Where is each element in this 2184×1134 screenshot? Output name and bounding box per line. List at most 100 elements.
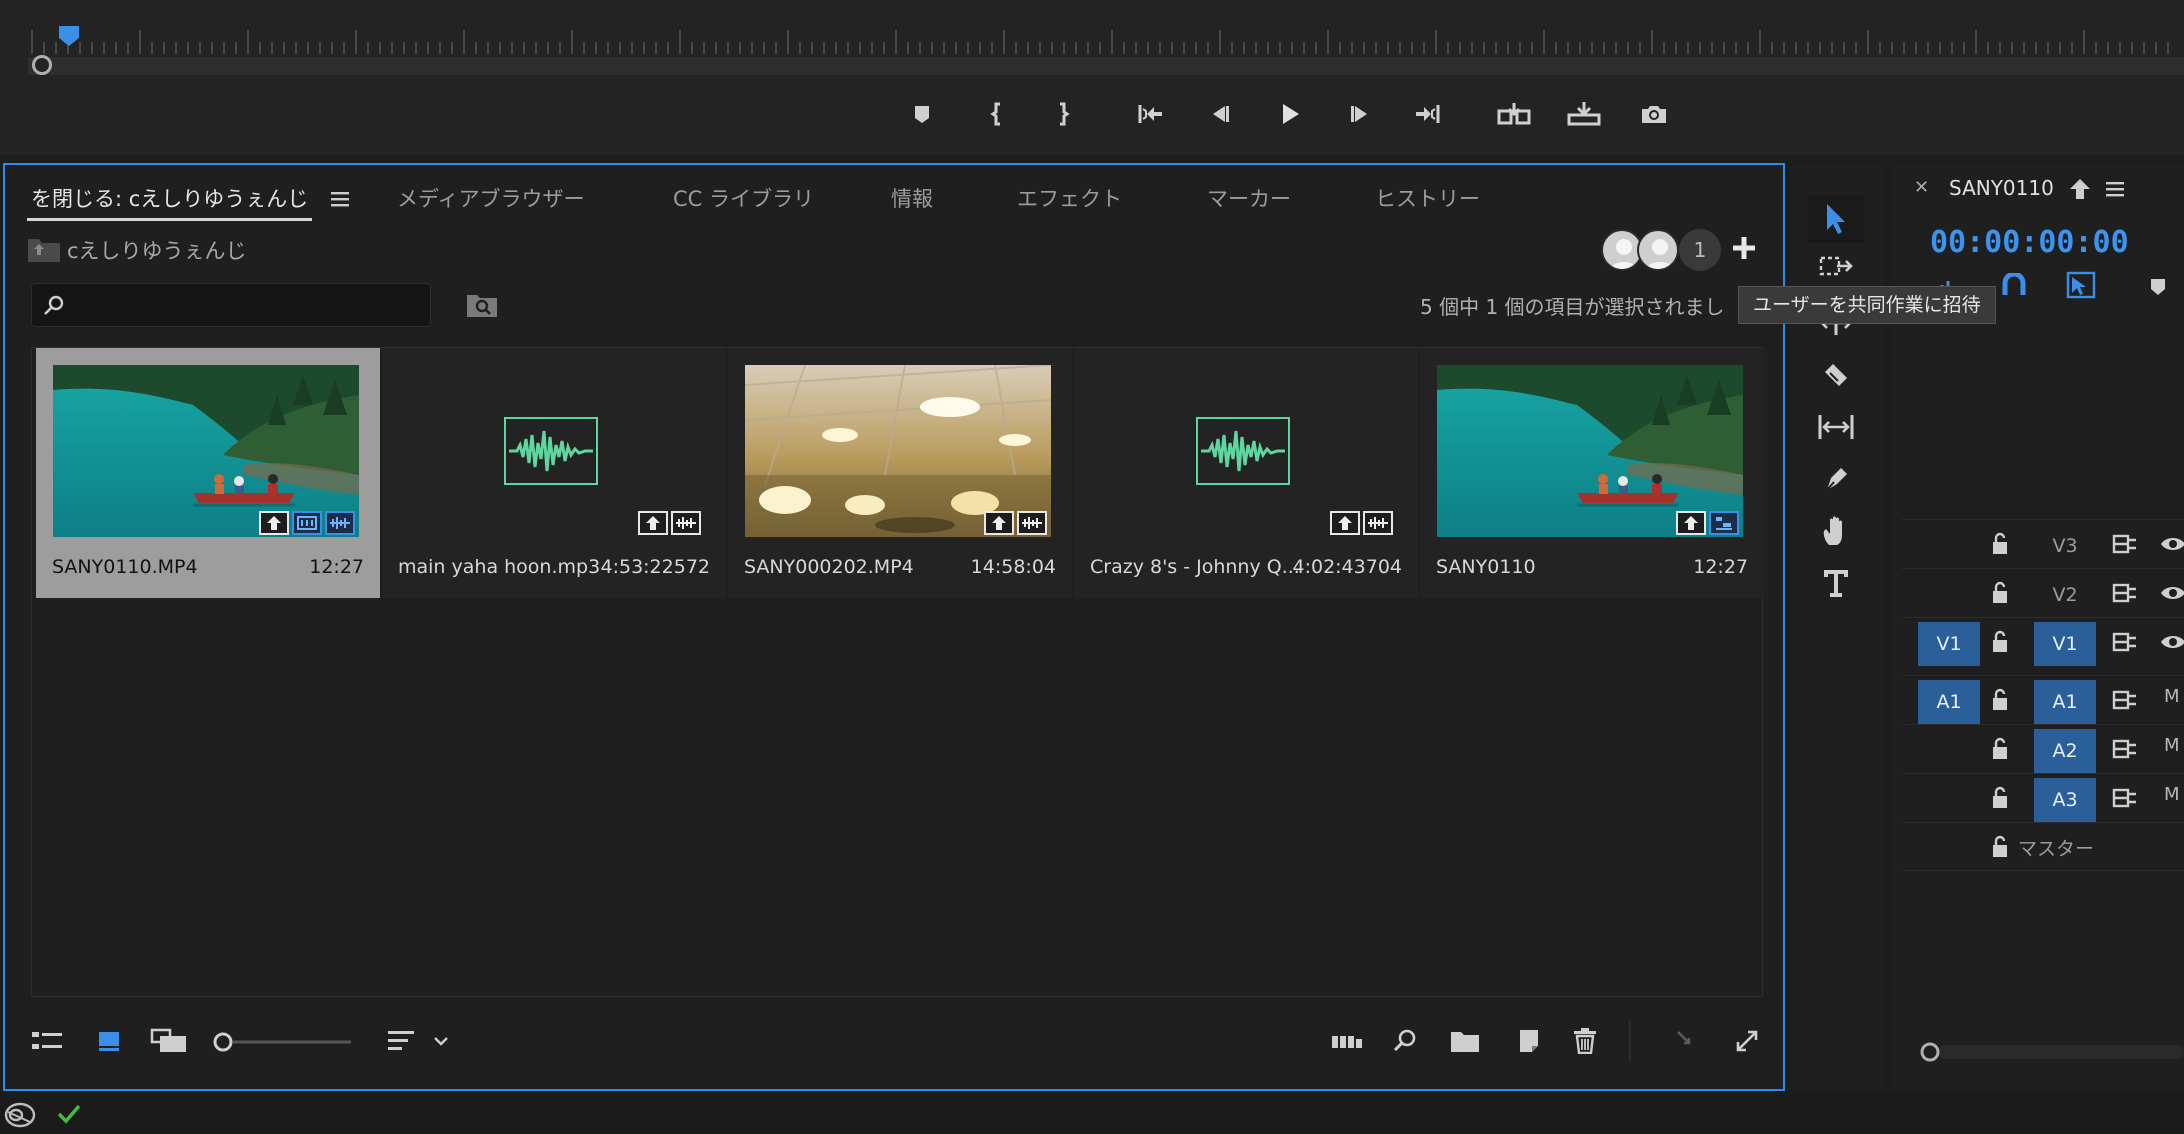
sync-lock-icon[interactable] bbox=[2112, 688, 2138, 712]
playhead-timecode[interactable]: 00:00:00:00 bbox=[1930, 225, 2129, 260]
step-back-button[interactable] bbox=[1198, 96, 1242, 132]
folder-up-icon[interactable] bbox=[27, 235, 61, 263]
list-item[interactable]: SANY0110.MP4 12:27 bbox=[36, 348, 380, 598]
tab-cc-libraries[interactable]: CC ライブラリ bbox=[669, 177, 818, 221]
pen-tool[interactable] bbox=[1808, 455, 1864, 503]
lock-icon[interactable] bbox=[1990, 688, 2010, 712]
razor-tool[interactable] bbox=[1808, 351, 1864, 399]
upload-icon[interactable] bbox=[2068, 177, 2092, 201]
panel-menu-button[interactable] bbox=[327, 177, 353, 221]
sequence-title[interactable]: SANY0110 bbox=[1949, 176, 2054, 200]
insert-button[interactable] bbox=[1492, 96, 1536, 132]
list-item[interactable]: SANY0110 12:27 bbox=[1420, 348, 1764, 598]
lock-icon[interactable] bbox=[1990, 581, 2010, 605]
find-button[interactable] bbox=[1385, 1023, 1425, 1059]
icon-view-button[interactable] bbox=[89, 1023, 129, 1059]
media-grid[interactable]: SANY0110.MP4 12:27 main yaha hoon.mp3 4:… bbox=[31, 347, 1764, 997]
find-icon[interactable] bbox=[465, 289, 501, 321]
track-label[interactable]: マスター bbox=[2018, 827, 2138, 871]
mark-in-icon bbox=[990, 102, 1000, 126]
track-label[interactable]: A2 bbox=[2034, 729, 2096, 773]
lock-icon[interactable] bbox=[1990, 630, 2010, 654]
sort-dropdown[interactable] bbox=[429, 1023, 453, 1059]
sync-lock-icon[interactable] bbox=[2112, 737, 2138, 761]
selection-tool[interactable] bbox=[1808, 195, 1864, 243]
search-input[interactable] bbox=[72, 284, 422, 326]
type-tool[interactable] bbox=[1808, 559, 1864, 607]
arrow-icon bbox=[1827, 204, 1845, 234]
mute-button[interactable]: M bbox=[2164, 686, 2180, 707]
track-label[interactable]: V3 bbox=[2034, 524, 2096, 568]
sync-lock-icon[interactable] bbox=[2112, 630, 2138, 654]
export-frame-button[interactable] bbox=[1632, 96, 1676, 132]
new-item-button[interactable] bbox=[1507, 1023, 1547, 1059]
track-label[interactable]: A3 bbox=[2034, 778, 2096, 822]
collapse-button[interactable] bbox=[1667, 1023, 1707, 1059]
audio-usage-icon bbox=[325, 511, 355, 535]
sync-lock-icon[interactable] bbox=[2112, 786, 2138, 810]
lock-icon[interactable] bbox=[1990, 532, 2010, 556]
track-label[interactable]: V1 bbox=[2034, 622, 2096, 666]
zoom-handle[interactable] bbox=[32, 55, 52, 75]
lock-icon[interactable] bbox=[1990, 835, 2010, 859]
mark-in-button[interactable] bbox=[976, 96, 1020, 132]
lock-icon[interactable] bbox=[1990, 786, 2010, 810]
play-button[interactable] bbox=[1268, 96, 1312, 132]
mute-button[interactable]: M bbox=[2164, 784, 2180, 805]
track-label[interactable]: A1 bbox=[2034, 680, 2096, 724]
overwrite-button[interactable] bbox=[1562, 96, 1606, 132]
expand-button[interactable] bbox=[1727, 1023, 1767, 1059]
creative-cloud-icon[interactable] bbox=[4, 1102, 36, 1128]
source-patch-v1[interactable]: V1 bbox=[1918, 622, 1980, 666]
zoom-scrollbar[interactable] bbox=[28, 57, 2184, 75]
sync-lock-icon[interactable] bbox=[2112, 532, 2138, 556]
mark-out-button[interactable] bbox=[1040, 96, 1084, 132]
lock-icon[interactable] bbox=[1990, 737, 2010, 761]
add-marker-button[interactable] bbox=[900, 96, 944, 132]
upload-icon bbox=[1330, 511, 1360, 535]
snap-icon[interactable] bbox=[2000, 273, 2028, 297]
sort-button[interactable] bbox=[381, 1023, 421, 1059]
time-ruler[interactable] bbox=[28, 20, 2184, 58]
go-to-out-button[interactable] bbox=[1406, 96, 1450, 132]
step-forward-button[interactable] bbox=[1338, 96, 1382, 132]
eye-icon[interactable] bbox=[2160, 583, 2184, 603]
list-item[interactable]: Crazy 8's - Johnny Q... 4:02:43704 bbox=[1074, 348, 1418, 598]
freeform-view-button[interactable] bbox=[149, 1023, 189, 1059]
delete-button[interactable] bbox=[1565, 1023, 1605, 1059]
sequence-icon bbox=[1709, 511, 1739, 535]
new-bin-button[interactable] bbox=[1445, 1023, 1485, 1059]
hamburger-icon[interactable] bbox=[2106, 181, 2124, 197]
tab-project[interactable]: を閉じる: cえしりゆうぇんじ bbox=[27, 177, 313, 221]
list-view-button[interactable] bbox=[27, 1023, 67, 1059]
collaborators[interactable]: 1 bbox=[1601, 225, 1721, 271]
audio-thumbnail bbox=[399, 365, 705, 537]
slip-tool[interactable] bbox=[1808, 403, 1864, 451]
tab-info[interactable]: 情報 bbox=[887, 177, 937, 221]
status-bar bbox=[0, 1094, 2184, 1134]
sync-lock-icon[interactable] bbox=[2112, 581, 2138, 605]
tab-markers[interactable]: マーカー bbox=[1203, 177, 1295, 221]
hand-tool[interactable] bbox=[1808, 507, 1864, 555]
eye-icon[interactable] bbox=[2160, 632, 2184, 652]
automate-to-sequence-button[interactable] bbox=[1327, 1023, 1367, 1059]
close-icon[interactable]: ✕ bbox=[1914, 177, 1929, 198]
tab-history[interactable]: ヒストリー bbox=[1371, 177, 1484, 221]
tab-effects[interactable]: エフェクト bbox=[1013, 177, 1126, 221]
list-item[interactable]: SANY000202.MP4 14:58:04 bbox=[728, 348, 1072, 598]
mute-button[interactable]: M bbox=[2164, 735, 2180, 756]
expand-icon bbox=[1736, 1030, 1758, 1052]
add-marker-icon[interactable] bbox=[2148, 275, 2168, 297]
timeline-zoom-scrollbar[interactable] bbox=[1920, 1041, 2184, 1063]
tab-media-browser[interactable]: メディアブラウザー bbox=[393, 177, 589, 221]
track-label[interactable]: V2 bbox=[2034, 573, 2096, 617]
invite-user-button[interactable] bbox=[1727, 231, 1761, 265]
search-field[interactable] bbox=[31, 283, 431, 327]
go-to-in-button[interactable] bbox=[1128, 96, 1172, 132]
playhead-icon[interactable] bbox=[58, 26, 80, 46]
source-patch-a1[interactable]: A1 bbox=[1918, 680, 1980, 724]
zoom-slider[interactable] bbox=[213, 1031, 353, 1053]
eye-icon[interactable] bbox=[2160, 534, 2184, 554]
linked-selection-icon[interactable] bbox=[2066, 271, 2096, 299]
list-item[interactable]: main yaha hoon.mp3 4:53:22572 bbox=[382, 348, 726, 598]
